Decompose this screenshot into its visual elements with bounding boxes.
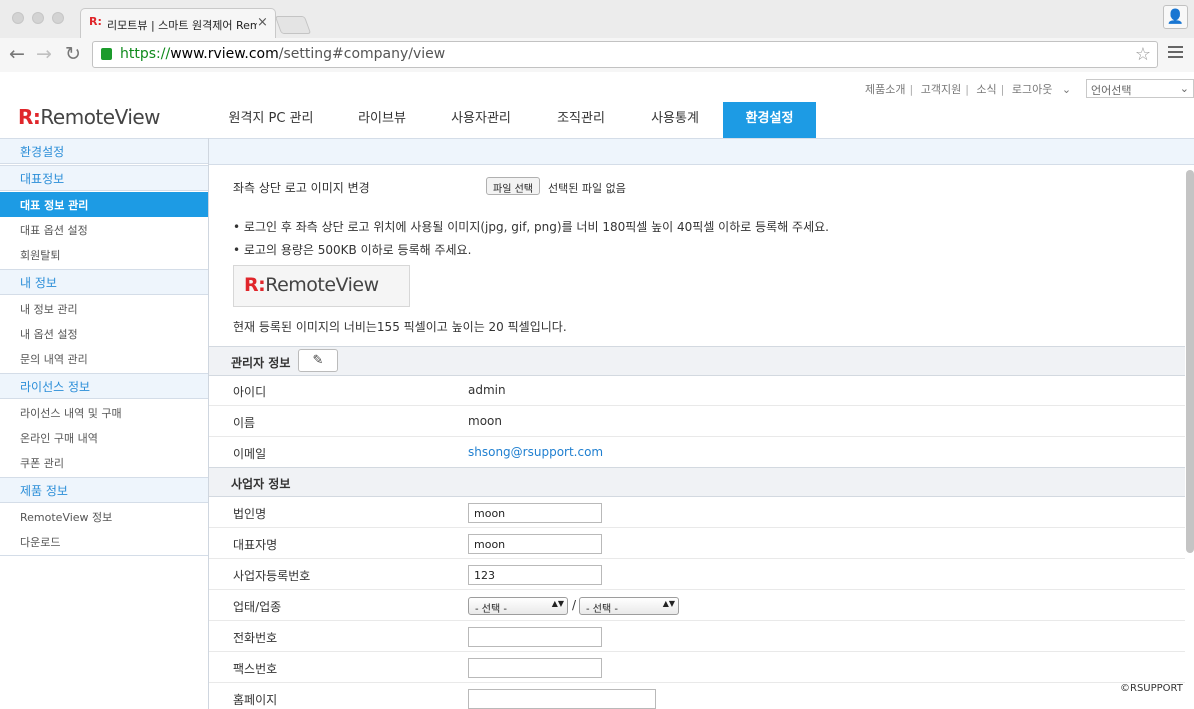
- back-icon[interactable]: ←: [9, 43, 25, 65]
- homepage-input[interactable]: [468, 689, 656, 709]
- forward-icon[interactable]: →: [36, 43, 52, 65]
- sidebar-item-online-purchases[interactable]: 온라인 구매 내역: [0, 425, 208, 450]
- menu-icon[interactable]: [1168, 46, 1183, 61]
- chevron-down-icon: ⌄: [1179, 82, 1189, 95]
- sidebar-item-my-info[interactable]: 내 정보 관리: [0, 296, 208, 321]
- corp-name-label: 법인명: [233, 507, 267, 521]
- admin-email-label: 이메일: [233, 447, 267, 461]
- site-header: R:RemoteView 제품소개 | 고객지원 | 소식 | 로그아웃 ⌄ 언어선택…: [0, 72, 1194, 138]
- window-zoom-dot[interactable]: [52, 12, 64, 24]
- favicon-icon: R:: [89, 15, 102, 28]
- admin-name-value: moon: [468, 414, 502, 428]
- language-select[interactable]: 언어선택 ⌄: [1086, 79, 1194, 98]
- link-news[interactable]: 소식: [976, 83, 996, 96]
- industry-separator: /: [572, 598, 577, 612]
- select-arrow-icon: ▲▼: [662, 599, 675, 608]
- admin-id-label: 아이디: [233, 385, 267, 399]
- sidebar-item-remoteview-info[interactable]: RemoteView 정보: [0, 504, 208, 529]
- sidebar-item-my-options[interactable]: 내 옵션 설정: [0, 321, 208, 346]
- tab-users[interactable]: 사용자관리: [441, 110, 521, 138]
- logo-change-label: 좌측 상단 로고 이미지 변경: [233, 181, 370, 195]
- row-divider: [209, 527, 1185, 528]
- logo-note-1: • 로그인 후 좌측 상단 로고 위치에 사용될 이미지(jpg, gif, p…: [233, 220, 829, 234]
- reg-number-label: 사업자등록번호: [233, 569, 311, 583]
- sidebar-item-inquiries[interactable]: 문의 내역 관리: [0, 346, 208, 371]
- select-arrow-icon: ▲▼: [551, 599, 564, 608]
- logo-preview-image: R:RemoteView: [233, 265, 410, 307]
- row-divider: [209, 436, 1185, 437]
- ceo-name-input[interactable]: moon: [468, 534, 602, 554]
- copyright-text: ©RSUPPORT: [1120, 683, 1183, 694]
- tab-title: 리모트뷰 | 스마트 원격제어 Rem: [107, 19, 257, 32]
- tab-settings[interactable]: 환경설정: [723, 102, 816, 138]
- fax-input[interactable]: [468, 658, 602, 678]
- sidebar-item-withdraw[interactable]: 회원탈퇴: [0, 242, 208, 267]
- phone-label: 전화번호: [233, 631, 278, 645]
- window-close-dot[interactable]: [12, 12, 24, 24]
- row-divider: [209, 620, 1185, 621]
- file-status: 선택된 파일 없음: [548, 182, 626, 195]
- sidebar-title: 환경설정: [0, 138, 208, 164]
- reg-number-input[interactable]: 123: [468, 565, 602, 585]
- link-product[interactable]: 제품소개: [865, 83, 905, 96]
- bookmark-star-icon[interactable]: ☆: [1135, 44, 1151, 65]
- tab-close-icon[interactable]: ×: [257, 15, 268, 30]
- sidebar-group-my-info[interactable]: 내 정보: [0, 269, 208, 295]
- browser-chrome: R: 리모트뷰 | 스마트 원격제어 Rem × 👤 ← → ↻ https:/…: [0, 0, 1194, 72]
- admin-name-label: 이름: [233, 416, 256, 430]
- sidebar-item-license-purchase[interactable]: 라이선스 내역 및 구매: [0, 400, 208, 425]
- top-links: 제품소개 | 고객지원 | 소식 | 로그아웃 ⌄: [865, 83, 1072, 96]
- tab-liveview[interactable]: 라이브뷰: [346, 110, 418, 138]
- admin-email-link[interactable]: shsong@rsupport.com: [468, 445, 603, 459]
- row-divider: [209, 682, 1185, 683]
- sidebar-item-rep-options[interactable]: 대표 옵션 설정: [0, 217, 208, 242]
- sidebar-group-product[interactable]: 제품 정보: [0, 477, 208, 503]
- industry-label: 업태/업종: [233, 600, 282, 614]
- sidebar-divider: [0, 555, 208, 556]
- file-select-button[interactable]: 파일 선택: [486, 177, 540, 195]
- current-size-text: 현재 등록된 이미지의 너비는155 픽셀이고 높이는 20 픽셀입니다.: [233, 320, 567, 334]
- tab-statistics[interactable]: 사용통계: [640, 110, 710, 138]
- business-type-select[interactable]: - 선택 - ▲▼: [468, 597, 568, 615]
- scrollbar[interactable]: [1186, 170, 1194, 553]
- sidebar-group-rep-info[interactable]: 대표정보: [0, 165, 208, 191]
- site-logo[interactable]: R:RemoteView: [18, 105, 161, 129]
- admin-id-value: admin: [468, 383, 506, 397]
- business-section-title: 사업자 정보: [209, 467, 1185, 497]
- fax-label: 팩스번호: [233, 662, 278, 676]
- address-bar[interactable]: https://www.rview.com/setting#company/vi…: [92, 41, 1158, 68]
- chevron-down-icon[interactable]: ⌄: [1062, 83, 1071, 96]
- row-divider: [209, 405, 1185, 406]
- browser-toolbar: ← → ↻ https://www.rview.com/setting#comp…: [0, 38, 1194, 72]
- business-category-select[interactable]: - 선택 - ▲▼: [579, 597, 679, 615]
- corp-name-input[interactable]: moon: [468, 503, 602, 523]
- logo-note-2: • 로고의 용량은 500KB 이하로 등록해 주세요.: [233, 243, 472, 257]
- sidebar-item-coupons[interactable]: 쿠폰 관리: [0, 450, 208, 475]
- window-minimize-dot[interactable]: [32, 12, 44, 24]
- row-divider: [209, 558, 1185, 559]
- url-text: https://www.rview.com/setting#company/vi…: [120, 46, 446, 62]
- sidebar-item-rep-info[interactable]: 대표 정보 관리: [0, 192, 208, 217]
- tab-organization[interactable]: 조직관리: [546, 110, 616, 138]
- ceo-name-label: 대표자명: [233, 538, 278, 552]
- phone-input[interactable]: [468, 627, 602, 647]
- sidebar: 환경설정 대표정보 대표 정보 관리 대표 옵션 설정 회원탈퇴 내 정보 내 …: [0, 138, 209, 709]
- link-logout[interactable]: 로그아웃: [1012, 83, 1052, 96]
- lock-icon: [101, 48, 112, 60]
- new-tab-button[interactable]: [274, 16, 312, 34]
- reload-icon[interactable]: ↻: [65, 43, 81, 65]
- link-support[interactable]: 고객지원: [921, 83, 961, 96]
- profile-icon[interactable]: 👤: [1163, 5, 1188, 29]
- sidebar-item-download[interactable]: 다운로드: [0, 529, 208, 554]
- content-header-bar: [209, 138, 1194, 165]
- browser-tab[interactable]: R: 리모트뷰 | 스마트 원격제어 Rem ×: [80, 8, 276, 38]
- admin-section-title: 관리자 정보: [209, 346, 1185, 376]
- row-divider: [209, 589, 1185, 590]
- edit-pencil-icon[interactable]: ✎: [298, 349, 338, 372]
- row-divider: [209, 651, 1185, 652]
- homepage-label: 홈페이지: [233, 693, 278, 707]
- sidebar-group-license[interactable]: 라이선스 정보: [0, 373, 208, 399]
- tab-remote-pc[interactable]: 원격지 PC 관리: [222, 110, 320, 138]
